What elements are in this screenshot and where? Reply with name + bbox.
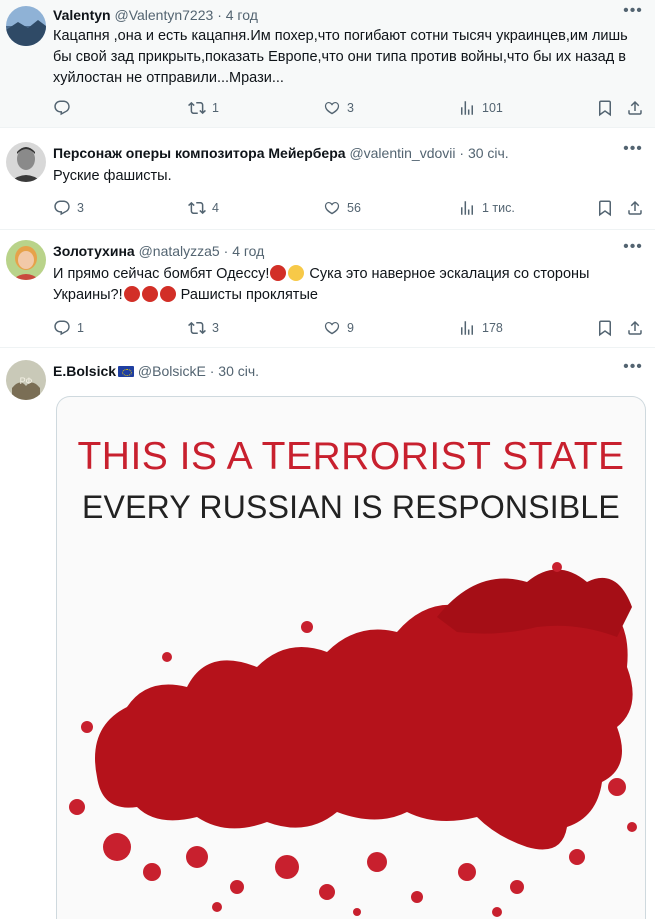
- reply-button[interactable]: [53, 98, 77, 118]
- reply-icon: [53, 99, 71, 117]
- views-count: 178: [482, 321, 503, 335]
- blood-map-illustration: [69, 562, 637, 917]
- separator: ·: [217, 7, 222, 23]
- tweet-media-image[interactable]: THIS IS A TERRORIST STATE EVERY RUSSIAN …: [56, 396, 646, 919]
- author-handle[interactable]: @natalyzza5: [139, 243, 220, 259]
- retweet-button[interactable]: 3: [188, 318, 219, 338]
- bookmark-button[interactable]: [596, 198, 614, 218]
- separator: ·: [209, 363, 215, 379]
- reply-icon: [53, 199, 71, 217]
- timestamp[interactable]: 4 год: [232, 243, 264, 259]
- author-name[interactable]: Valentyn: [53, 7, 111, 23]
- bookmark-icon: [596, 199, 614, 217]
- reply-button[interactable]: 1: [53, 318, 84, 338]
- reply-count: 3: [77, 201, 84, 215]
- more-icon[interactable]: •••: [623, 3, 643, 20]
- media-headline: THIS IS A TERRORIST STATE: [77, 435, 625, 478]
- views-count: 101: [482, 101, 503, 115]
- avatar[interactable]: [6, 240, 46, 280]
- author-name[interactable]: Персонаж оперы композитора Мейербера: [53, 145, 346, 161]
- tweet-text-part: Рашисты проклятые: [176, 287, 318, 303]
- eu-flag-icon: [118, 366, 135, 377]
- retweet-icon: [188, 199, 206, 217]
- share-button[interactable]: [626, 98, 644, 118]
- share-button[interactable]: [626, 198, 644, 218]
- views-count: 1 тис.: [482, 201, 515, 215]
- tweet-text: Руские фашисты.: [53, 168, 172, 184]
- tweet-header: E.Bolsick @BolsickE · 30 січ.: [53, 362, 259, 380]
- avatar-text: РФ: [20, 376, 33, 386]
- tweet-actions: 3 4 56 1 тис.: [53, 198, 645, 218]
- like-icon: [323, 319, 341, 337]
- retweet-icon: [188, 99, 206, 117]
- tweet-text: Кацапня ,она и есть кацапня.Им похер,что…: [53, 28, 628, 86]
- tweet[interactable]: Золотухина @natalyzza5 · 4 год ••• И пря…: [0, 230, 655, 348]
- reply-count: 1: [77, 321, 84, 335]
- views-button[interactable]: 178: [458, 318, 503, 338]
- retweet-count: 4: [212, 201, 219, 215]
- retweet-button[interactable]: 1: [188, 98, 219, 118]
- more-icon[interactable]: •••: [623, 141, 643, 158]
- tweet[interactable]: Valentyn @Valentyn7223 · 4 год ••• Кацап…: [0, 0, 655, 128]
- author-name[interactable]: E.Bolsick: [53, 363, 116, 379]
- bookmark-icon: [596, 99, 614, 117]
- angry-face-emoji-icon: [141, 286, 158, 302]
- retweet-count: 1: [212, 101, 219, 115]
- views-button[interactable]: 1 тис.: [458, 198, 515, 218]
- bookmark-icon: [596, 319, 614, 337]
- crying-face-emoji-icon: [288, 265, 305, 281]
- avatar[interactable]: [6, 142, 46, 182]
- author-handle[interactable]: @valentin_vdovii: [349, 145, 455, 161]
- retweet-button[interactable]: 4: [188, 198, 219, 218]
- angry-face-emoji-icon: [270, 265, 287, 281]
- tweet-header: Персонаж оперы композитора Мейербера @va…: [53, 144, 509, 162]
- share-icon: [626, 199, 644, 217]
- more-icon[interactable]: •••: [623, 239, 643, 256]
- tweet-text-part: И прямо сейчас бомбят Одессу!: [53, 266, 270, 282]
- retweet-count: 3: [212, 321, 219, 335]
- like-button[interactable]: 9: [323, 318, 354, 338]
- avatar[interactable]: РФ: [6, 360, 46, 400]
- tweet-header: Valentyn @Valentyn7223 · 4 год: [53, 6, 258, 24]
- more-icon[interactable]: •••: [623, 359, 643, 376]
- views-icon: [458, 199, 476, 217]
- like-button[interactable]: 56: [323, 198, 361, 218]
- avatar[interactable]: [6, 6, 46, 46]
- share-icon: [626, 319, 644, 337]
- tweet-header: Золотухина @natalyzza5 · 4 год: [53, 242, 264, 260]
- like-count: 3: [347, 101, 354, 115]
- like-icon: [323, 99, 341, 117]
- media-subheadline: EVERY RUSSIAN IS RESPONSIBLE: [82, 489, 620, 525]
- author-name[interactable]: Золотухина: [53, 243, 135, 259]
- angry-face-emoji-icon: [159, 286, 176, 302]
- like-count: 56: [347, 201, 361, 215]
- like-button[interactable]: 3: [323, 98, 354, 118]
- tweet[interactable]: РФ E.Bolsick @BolsickE · 30 січ. ••• THI…: [0, 348, 655, 919]
- tweet-text: И прямо сейчас бомбят Одессу! Сука это н…: [53, 264, 641, 306]
- author-handle[interactable]: @BolsickE: [138, 363, 206, 379]
- retweet-icon: [188, 319, 206, 337]
- like-icon: [323, 199, 341, 217]
- share-icon: [626, 99, 644, 117]
- timestamp[interactable]: 30 січ.: [468, 145, 509, 161]
- share-button[interactable]: [626, 318, 644, 338]
- bookmark-button[interactable]: [596, 98, 614, 118]
- separator: ·: [459, 145, 465, 161]
- reply-icon: [53, 319, 71, 337]
- tweet-actions: 1 3 101: [53, 98, 645, 118]
- views-button[interactable]: 101: [458, 98, 503, 118]
- timestamp[interactable]: 30 січ.: [218, 363, 259, 379]
- views-icon: [458, 319, 476, 337]
- author-handle[interactable]: @Valentyn7223: [114, 7, 213, 23]
- timestamp[interactable]: 4 год: [226, 7, 258, 23]
- bookmark-button[interactable]: [596, 318, 614, 338]
- like-count: 9: [347, 321, 354, 335]
- tweet-actions: 1 3 9 178: [53, 318, 645, 338]
- angry-face-emoji-icon: [123, 286, 140, 302]
- views-icon: [458, 99, 476, 117]
- tweet[interactable]: Персонаж оперы композитора Мейербера @va…: [0, 128, 655, 230]
- separator: ·: [223, 243, 229, 259]
- reply-button[interactable]: 3: [53, 198, 84, 218]
